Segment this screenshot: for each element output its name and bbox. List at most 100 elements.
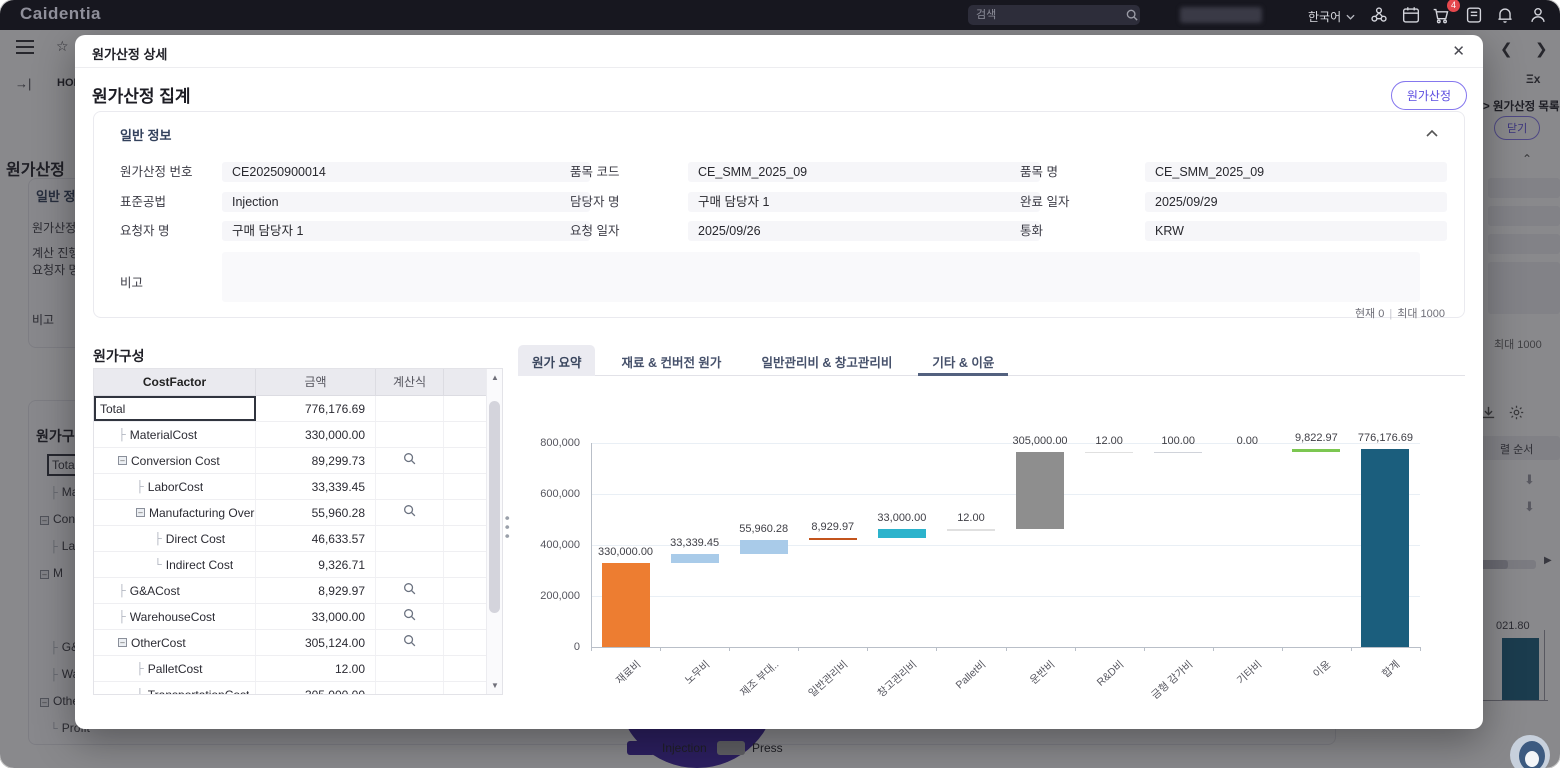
formula-search-icon[interactable]: [403, 582, 416, 600]
costfactor-cell[interactable]: ├TransportationCost: [94, 682, 256, 695]
costfactor-cell[interactable]: –Conversion Cost: [94, 448, 256, 473]
waterfall-bar[interactable]: [1292, 449, 1340, 452]
formula-search-icon[interactable]: [403, 634, 416, 652]
table-row[interactable]: ├WarehouseCost33,000.00: [94, 604, 502, 630]
tab-3[interactable]: 일반관리비 & 창고관리비: [747, 345, 906, 376]
costfactor-cell[interactable]: ├PalletCost: [94, 656, 256, 681]
tree-connector: ├: [118, 585, 126, 597]
panel-splitter-handle[interactable]: ⦁⦁⦁: [505, 513, 511, 539]
calendar-icon[interactable]: [1400, 4, 1422, 26]
table-row[interactable]: –Manufacturing OverheadCost55,960.28: [94, 500, 502, 526]
tab-2[interactable]: 재료 & 컨버전 원가: [607, 345, 735, 376]
formula-cell: [376, 630, 444, 655]
global-search[interactable]: [968, 5, 1140, 25]
close-icon[interactable]: ✕: [1452, 42, 1465, 60]
formula-search-icon[interactable]: [403, 504, 416, 522]
table-row[interactable]: ├G&ACost8,929.97: [94, 578, 502, 604]
costfactor-cell[interactable]: –Manufacturing OverheadCost: [94, 500, 256, 525]
tree-collapse-icon[interactable]: –: [118, 456, 127, 465]
remarks-label: 비고: [120, 273, 143, 293]
table-row[interactable]: └Indirect Cost9,326.71: [94, 552, 502, 578]
scroll-up-icon[interactable]: ▲: [487, 373, 503, 382]
x-axis-label: 운반비: [996, 657, 1058, 715]
costfactor-cell[interactable]: –OtherCost: [94, 630, 256, 655]
field-value[interactable]: 2025/09/26: [688, 221, 1040, 241]
formula-search-icon[interactable]: [403, 608, 416, 626]
tree-collapse-icon[interactable]: –: [118, 638, 127, 647]
amount-cell: 9,326.71: [256, 552, 376, 577]
costfactor-name: Total: [100, 402, 125, 416]
field-value[interactable]: 2025/09/29: [1145, 192, 1447, 212]
table-scrollbar[interactable]: ▲ ▼: [486, 369, 502, 694]
waterfall-bar[interactable]: [1361, 449, 1409, 647]
costfactor-cell[interactable]: ├MaterialCost: [94, 422, 256, 447]
col-formula[interactable]: 계산식: [376, 369, 444, 395]
search-input[interactable]: [968, 9, 1126, 21]
bell-icon[interactable]: [1494, 4, 1516, 26]
waterfall-bar[interactable]: [671, 554, 719, 563]
x-axis-tickmark: [660, 647, 661, 651]
waterfall-bar[interactable]: [740, 540, 788, 554]
costfactor-cell[interactable]: Total: [94, 396, 256, 421]
costfactor-cell[interactable]: ├Direct Cost: [94, 526, 256, 551]
formula-cell: [376, 500, 444, 525]
field-value[interactable]: KRW: [1145, 221, 1447, 241]
y-axis-tick: 200,000: [518, 590, 580, 602]
costfactor-name: OtherCost: [131, 636, 186, 650]
scroll-down-icon[interactable]: ▼: [487, 681, 503, 690]
table-row[interactable]: ├LaborCost33,339.45: [94, 474, 502, 500]
language-selector[interactable]: 한국어: [1308, 8, 1355, 25]
table-row[interactable]: ├Direct Cost46,633.57: [94, 526, 502, 552]
x-axis-tickmark: [1144, 647, 1145, 651]
waterfall-bar[interactable]: [947, 529, 995, 531]
user-profile-icon[interactable]: [1527, 4, 1549, 26]
waterfall-bar[interactable]: [1085, 452, 1133, 454]
cost-estimation-button[interactable]: 원가산정: [1391, 81, 1467, 110]
table-row[interactable]: ├MaterialCost330,000.00: [94, 422, 502, 448]
tab-1[interactable]: 원가 요약: [518, 345, 595, 376]
table-row[interactable]: –Conversion Cost89,299.73: [94, 448, 502, 474]
modules-icon[interactable]: [1368, 4, 1390, 26]
table-row[interactable]: –OtherCost305,124.00: [94, 630, 502, 656]
table-row[interactable]: ├PalletCost12.00: [94, 656, 502, 682]
field-value[interactable]: CE20250900014: [222, 162, 590, 182]
scrollbar-thumb[interactable]: [489, 401, 500, 613]
gridline: [591, 494, 1420, 495]
bar-value-label: 12.00: [921, 512, 1021, 524]
table-row[interactable]: ├TransportationCost305,000.00: [94, 682, 502, 695]
x-axis-tickmark: [1351, 647, 1352, 651]
col-amount[interactable]: 금액: [256, 369, 376, 395]
remarks-textarea[interactable]: [222, 252, 1420, 302]
formula-search-icon[interactable]: [403, 452, 416, 470]
tab-4[interactable]: 기타 & 이윤: [918, 345, 1008, 376]
chat-widget[interactable]: [1510, 735, 1550, 768]
waterfall-bar[interactable]: [809, 538, 857, 540]
field-value[interactable]: 구매 담당자 1: [688, 192, 1040, 212]
costfactor-cell[interactable]: └Indirect Cost: [94, 552, 256, 577]
user-name-blurred: [1180, 7, 1262, 23]
costfactor-cell[interactable]: ├G&ACost: [94, 578, 256, 603]
table-row[interactable]: Total776,176.69: [94, 396, 502, 422]
char-max: 최대 1000: [1397, 308, 1445, 320]
search-icon[interactable]: [1126, 9, 1138, 21]
waterfall-bar[interactable]: [602, 563, 650, 647]
field-value[interactable]: CE_SMM_2025_09: [1145, 162, 1447, 182]
costfactor-cell[interactable]: ├LaborCost: [94, 474, 256, 499]
x-axis-label: 재료비: [582, 657, 644, 715]
tree-connector: ├: [118, 611, 126, 623]
field-value[interactable]: CE_SMM_2025_09: [688, 162, 1040, 182]
waterfall-bar[interactable]: [1016, 452, 1064, 530]
waterfall-bar[interactable]: [1154, 452, 1202, 454]
x-axis-tickmark: [798, 647, 799, 651]
char-counter: 현재 0|최대 1000: [1355, 305, 1445, 321]
tree-collapse-icon[interactable]: –: [136, 508, 145, 517]
costfactor-cell[interactable]: ├WarehouseCost: [94, 604, 256, 629]
field-value[interactable]: 구매 담당자 1: [222, 221, 590, 241]
field-value[interactable]: Injection: [222, 192, 590, 212]
collapse-chevron-icon[interactable]: [1426, 124, 1438, 142]
x-axis-tickmark: [867, 647, 868, 651]
notes-icon[interactable]: [1463, 4, 1485, 26]
y-axis-tick: 600,000: [518, 488, 580, 500]
waterfall-bar[interactable]: [878, 529, 926, 537]
col-costfactor[interactable]: CostFactor: [94, 369, 256, 395]
